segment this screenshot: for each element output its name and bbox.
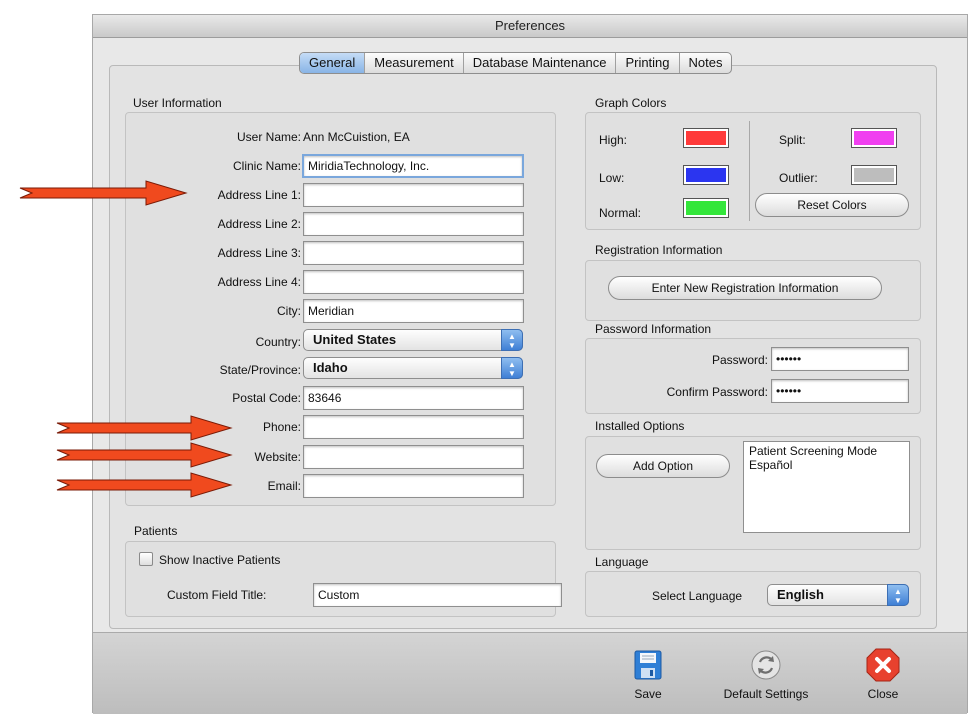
- phone-label: Phone:: [262, 420, 301, 434]
- user-name-label: User Name:: [236, 130, 301, 144]
- installed-options-list[interactable]: Patient Screening Mode Español: [743, 441, 910, 533]
- user-info-title: User Information: [133, 96, 222, 110]
- email-field[interactable]: [303, 474, 524, 498]
- confirm-password-label: Confirm Password:: [666, 385, 768, 399]
- default-settings-label: Default Settings: [723, 687, 809, 701]
- registration-group: Enter New Registration Information: [585, 260, 921, 321]
- high-color-label: High:: [599, 133, 628, 147]
- address-line-4-label: Address Line 4:: [217, 275, 301, 289]
- updown-arrows-icon: ▲ ▼: [501, 357, 523, 379]
- show-inactive-label: Show Inactive Patients: [159, 553, 281, 567]
- low-color-swatch[interactable]: [683, 165, 729, 185]
- address-line-3-label: Address Line 3:: [217, 246, 301, 260]
- language-title: Language: [595, 555, 649, 569]
- save-label: Save: [634, 687, 662, 701]
- outlier-color-label: Outlier:: [779, 171, 818, 185]
- tab-database-maintenance[interactable]: Database Maintenance: [464, 53, 617, 73]
- city-label: City:: [277, 304, 301, 318]
- clinic-name-field[interactable]: MiridiaTechnology, Inc.: [302, 154, 524, 178]
- close-label: Close: [867, 687, 899, 701]
- address-line-2-field[interactable]: [303, 212, 524, 236]
- normal-color-swatch[interactable]: [683, 198, 729, 218]
- window-title: Preferences: [93, 15, 967, 38]
- add-option-button[interactable]: Add Option: [596, 454, 730, 478]
- updown-arrows-icon: ▲ ▼: [501, 329, 523, 351]
- clinic-name-label: Clinic Name:: [232, 159, 301, 173]
- arrow-website-icon: [56, 442, 233, 468]
- split-color-swatch[interactable]: [851, 128, 897, 148]
- arrow-phone-icon: [56, 415, 233, 441]
- tab-general[interactable]: General: [300, 53, 366, 73]
- patients-title: Patients: [134, 524, 178, 538]
- custom-field-title-field[interactable]: Custom: [313, 583, 562, 607]
- list-item[interactable]: Español: [749, 458, 904, 472]
- arrow-address-line-1-icon: [19, 180, 188, 206]
- general-tab-panel: User Information User Name: Ann McCuisti…: [109, 65, 937, 629]
- close-button[interactable]: Close: [853, 648, 913, 701]
- outlier-color-swatch[interactable]: [851, 165, 897, 185]
- password-group: Password: •••••• Confirm Password: •••••…: [585, 338, 921, 414]
- normal-color-label: Normal:: [599, 206, 642, 220]
- registration-title: Registration Information: [595, 243, 723, 257]
- preferences-window: Preferences General Measurement Database…: [92, 14, 968, 714]
- custom-field-title-label: Custom Field Title:: [167, 588, 267, 602]
- address-line-3-field[interactable]: [303, 241, 524, 265]
- website-label: Website:: [254, 450, 301, 464]
- installed-options-title: Installed Options: [595, 419, 685, 433]
- floppy-disk-icon: [630, 649, 666, 681]
- list-item[interactable]: Patient Screening Mode: [749, 444, 904, 458]
- refresh-icon: [748, 649, 784, 681]
- split-color-label: Split:: [779, 133, 806, 147]
- arrow-email-icon: [56, 472, 233, 498]
- updown-arrows-icon: ▲ ▼: [887, 584, 909, 606]
- address-line-1-label: Address Line 1:: [217, 188, 301, 202]
- password-field[interactable]: ••••••: [771, 347, 909, 371]
- tab-printing[interactable]: Printing: [616, 53, 680, 73]
- country-label: Country:: [255, 335, 301, 349]
- address-line-4-field[interactable]: [303, 270, 524, 294]
- city-field[interactable]: Meridian: [303, 299, 524, 323]
- graph-colors-divider: [749, 121, 750, 221]
- user-name-value: Ann McCuistion, EA: [303, 130, 410, 144]
- save-button[interactable]: Save: [618, 649, 678, 701]
- reset-colors-button[interactable]: Reset Colors: [755, 193, 909, 217]
- country-select[interactable]: United States ▲ ▼: [303, 329, 523, 351]
- password-title: Password Information: [595, 322, 712, 336]
- select-language-label: Select Language: [652, 589, 743, 603]
- tab-measurement[interactable]: Measurement: [365, 53, 464, 73]
- bottom-toolbar: Save Default Settings Close: [93, 632, 967, 714]
- low-color-label: Low:: [599, 171, 625, 185]
- enter-registration-button[interactable]: Enter New Registration Information: [608, 276, 882, 300]
- password-label: Password:: [711, 353, 768, 367]
- confirm-password-field[interactable]: ••••••: [771, 379, 909, 403]
- language-select[interactable]: English ▲ ▼: [767, 584, 909, 606]
- default-settings-button[interactable]: Default Settings: [711, 649, 821, 701]
- show-inactive-checkbox[interactable]: [139, 552, 153, 566]
- postal-code-field[interactable]: 83646: [303, 386, 524, 410]
- address-line-1-field[interactable]: [303, 183, 524, 207]
- language-select-value: English: [777, 587, 824, 602]
- address-line-2-label: Address Line 2:: [217, 217, 301, 231]
- tab-notes[interactable]: Notes: [680, 53, 732, 73]
- email-label: Email:: [267, 479, 301, 493]
- website-field[interactable]: [303, 445, 524, 469]
- window-content: General Measurement Database Maintenance…: [93, 38, 967, 650]
- close-icon: [865, 648, 901, 682]
- country-select-value: United States: [313, 332, 397, 347]
- phone-field[interactable]: [303, 415, 524, 439]
- state-select[interactable]: Idaho ▲ ▼: [303, 357, 523, 379]
- state-select-value: Idaho: [313, 360, 348, 375]
- state-label: State/Province:: [219, 363, 301, 377]
- high-color-swatch[interactable]: [683, 128, 729, 148]
- postal-code-label: Postal Code:: [232, 391, 301, 405]
- tab-bar: General Measurement Database Maintenance…: [299, 52, 733, 74]
- installed-options-group: Add Option Patient Screening Mode Españo…: [585, 436, 921, 550]
- graph-colors-title: Graph Colors: [595, 96, 667, 110]
- language-group: Select Language English ▲ ▼: [585, 571, 921, 617]
- graph-colors-group: High: Low: Normal: Split: Outlier: Reset…: [585, 112, 921, 230]
- patients-group: Show Inactive Patients Custom Field Titl…: [125, 541, 562, 617]
